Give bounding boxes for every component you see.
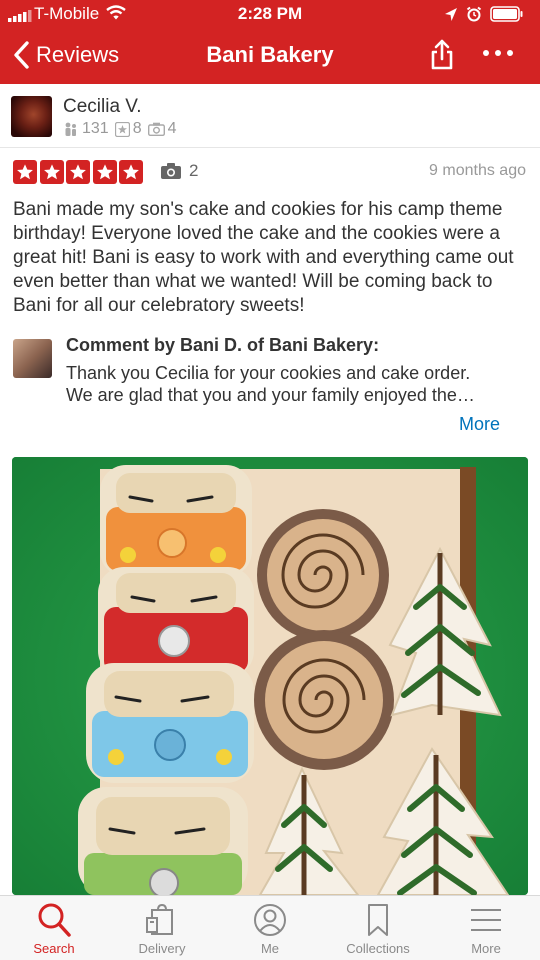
tab-collections[interactable]: Collections — [324, 896, 432, 960]
tab-search[interactable]: Search — [0, 896, 108, 960]
photos-count: 4 — [167, 120, 177, 137]
owner-comment-body: Thank you Cecilia for your cookies and c… — [66, 362, 506, 406]
star-icon — [13, 160, 37, 184]
clock: 2:28 PM — [237, 4, 303, 23]
review-photo-count[interactable]: 2 — [160, 161, 198, 181]
more-options-icon[interactable] — [482, 48, 514, 58]
bookmark-icon — [368, 904, 388, 936]
status-bar: T-Mobile 2:28 PM — [0, 0, 540, 28]
star-icon — [119, 160, 143, 184]
more-link[interactable]: More — [459, 414, 500, 435]
reviewer-stats: 131 8 4 — [63, 120, 183, 138]
reviewer-avatar[interactable] — [11, 96, 52, 137]
camera-icon — [147, 122, 165, 136]
tab-label: Delivery — [138, 941, 186, 956]
reviewer-header[interactable]: Cecilia V. 131 8 4 — [0, 84, 540, 148]
review-star-icon — [114, 121, 130, 137]
app-root: T-Mobile 2:28 PM Reviews Bani Bakery Cec… — [0, 0, 540, 960]
battery-icon — [490, 6, 523, 22]
cookies-photo-illustration — [12, 457, 528, 895]
reviews-stat: 8 — [114, 120, 142, 138]
alarm-icon — [466, 6, 482, 22]
review-date: 9 months ago — [429, 162, 526, 179]
profile-icon — [254, 904, 286, 936]
tab-delivery[interactable]: Delivery — [108, 896, 216, 960]
review-body: Bani made my son's cake and cookies for … — [13, 199, 514, 316]
page-title: Bani Bakery — [206, 42, 334, 67]
owner-comment-line: We are glad that you and your family enj… — [66, 385, 475, 405]
star-icon — [66, 160, 90, 184]
review-photo[interactable] — [12, 457, 528, 895]
friends-icon — [65, 122, 76, 136]
search-icon — [38, 903, 71, 937]
bottom-tab-bar: Search Delivery Me Collections More — [0, 895, 540, 960]
friends-stat: 131 — [63, 120, 109, 138]
tab-me[interactable]: Me — [216, 896, 324, 960]
top-bar: T-Mobile 2:28 PM Reviews Bani Bakery — [0, 0, 540, 84]
star-icon — [39, 160, 64, 184]
review-photo-count-value: 2 — [189, 161, 199, 180]
friends-count: 131 — [82, 120, 109, 137]
business-owner-avatar — [13, 339, 52, 378]
navigation-bar: Reviews Bani Bakery — [0, 28, 540, 84]
reviews-count: 8 — [132, 120, 142, 137]
location-arrow-icon — [445, 8, 457, 21]
tab-label: More — [471, 941, 501, 956]
tab-label: Search — [33, 941, 75, 956]
share-icon[interactable] — [428, 39, 456, 71]
tab-label: Collections — [346, 941, 410, 956]
menu-icon — [471, 909, 501, 931]
delivery-bag-icon — [146, 903, 173, 935]
reviewer-name[interactable]: Cecilia V. — [63, 96, 142, 118]
tab-more[interactable]: More — [432, 896, 540, 960]
owner-comment-line: Thank you Cecilia for your cookies and c… — [66, 363, 471, 383]
star-icon — [92, 160, 117, 184]
camera-icon — [161, 163, 181, 179]
star-rating — [13, 160, 146, 184]
photos-stat: 4 — [147, 120, 177, 138]
owner-comment-heading: Comment by Bani D. of Bani Bakery: — [66, 335, 380, 355]
tab-label: Me — [260, 941, 280, 956]
